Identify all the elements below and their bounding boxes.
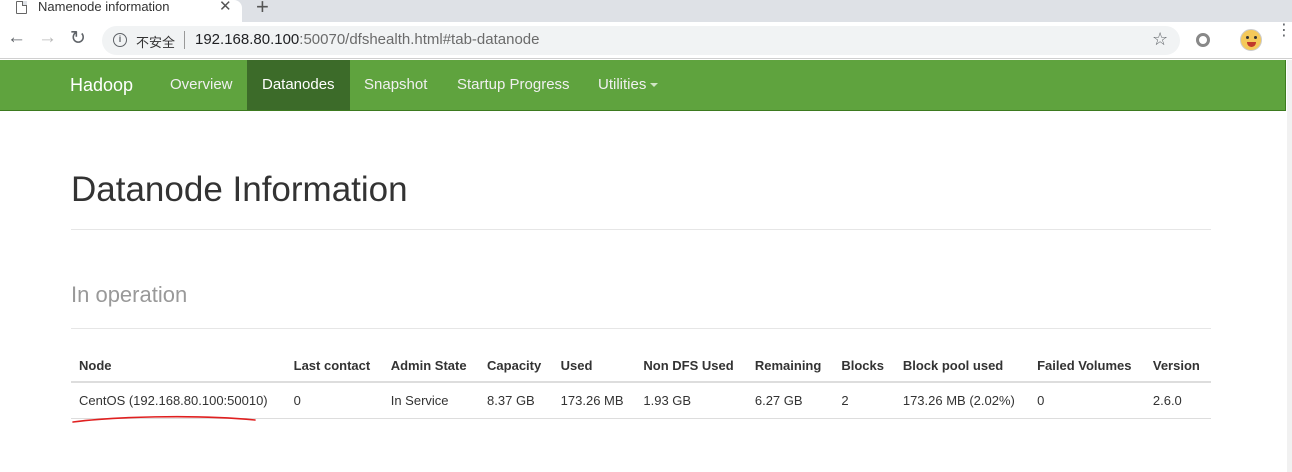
cell-version: 2.6.0 <box>1144 382 1211 419</box>
col-blocks: Blocks <box>833 350 895 383</box>
red-underline-annotation <box>72 415 256 423</box>
hadoop-navbar: Hadoop Overview Datanodes Snapshot Start… <box>0 60 1286 111</box>
back-button[interactable]: ← <box>7 27 26 49</box>
col-node: Node <box>71 350 286 383</box>
nav-utilities[interactable]: Utilities <box>583 60 673 110</box>
table-header-row: Node Last contact Admin State Capacity U… <box>71 350 1211 383</box>
cell-capacity: 8.37 GB <box>479 382 553 419</box>
browser-tab-strip: Namenode information ✕ + <box>0 0 1292 22</box>
profile-avatar[interactable] <box>1240 29 1262 51</box>
col-failed-volumes: Failed Volumes <box>1029 350 1145 383</box>
navbar-brand[interactable]: Hadoop <box>70 75 133 96</box>
caret-down-icon <box>650 83 659 88</box>
cell-failed-volumes: 0 <box>1029 382 1145 419</box>
col-capacity: Capacity <box>479 350 553 383</box>
section-divider <box>71 328 1211 329</box>
forward-button[interactable]: → <box>38 27 57 49</box>
col-remaining: Remaining <box>746 350 834 383</box>
cell-last-contact: 0 <box>285 382 383 419</box>
cell-blocks: 2 <box>833 382 895 419</box>
cell-used: 173.26 MB <box>552 382 636 419</box>
cell-admin-state: In Service <box>382 382 480 419</box>
col-non-dfs-used: Non DFS Used <box>635 350 747 383</box>
nav-datanodes[interactable]: Datanodes <box>247 60 350 110</box>
title-divider <box>71 229 1211 230</box>
bookmark-star-icon[interactable]: ☆ <box>1152 29 1168 50</box>
nav-startup-progress[interactable]: Startup Progress <box>442 60 585 110</box>
cell-block-pool-used: 173.26 MB (2.02%) <box>894 382 1030 419</box>
section-title: In operation <box>71 282 188 307</box>
tab-title: Namenode information <box>38 0 170 14</box>
col-admin-state: Admin State <box>382 350 480 383</box>
nav-utilities-label: Utilities <box>598 76 647 93</box>
url-text[interactable]: 192.168.80.100:50070/dfshealth.html#tab-… <box>195 31 539 48</box>
address-divider <box>184 31 185 49</box>
browser-tab[interactable]: Namenode information ✕ <box>0 0 242 22</box>
info-icon[interactable]: i <box>113 33 127 47</box>
cell-remaining: 6.27 GB <box>746 382 834 419</box>
url-path: :50070/dfshealth.html#tab-datanode <box>299 31 540 48</box>
address-bar[interactable]: i 不安全 192.168.80.100:50070/dfshealth.htm… <box>102 26 1180 55</box>
vertical-scrollbar[interactable] <box>1287 60 1292 472</box>
col-block-pool-used: Block pool used <box>894 350 1030 383</box>
cell-non-dfs-used: 1.93 GB <box>635 382 747 419</box>
url-host: 192.168.80.100 <box>195 31 300 48</box>
col-used: Used <box>552 350 636 383</box>
browser-toolbar: ← → ↻ i 不安全 192.168.80.100:50070/dfsheal… <box>0 22 1292 59</box>
reload-button[interactable]: ↻ <box>70 27 86 50</box>
nav-snapshot[interactable]: Snapshot <box>349 60 442 110</box>
col-version: Version <box>1144 350 1211 383</box>
extension-icon[interactable] <box>1196 33 1210 47</box>
page-title: Datanode Information <box>71 170 408 209</box>
col-last-contact: Last contact <box>285 350 383 383</box>
datanode-table: Node Last contact Admin State Capacity U… <box>71 350 1211 419</box>
page-icon <box>16 1 27 14</box>
security-label[interactable]: 不安全 <box>136 32 175 51</box>
browser-menu-icon[interactable]: ⋮ <box>1276 23 1292 39</box>
new-tab-button[interactable]: + <box>256 0 269 20</box>
close-tab-icon[interactable]: ✕ <box>219 0 232 15</box>
nav-overview[interactable]: Overview <box>155 60 248 110</box>
